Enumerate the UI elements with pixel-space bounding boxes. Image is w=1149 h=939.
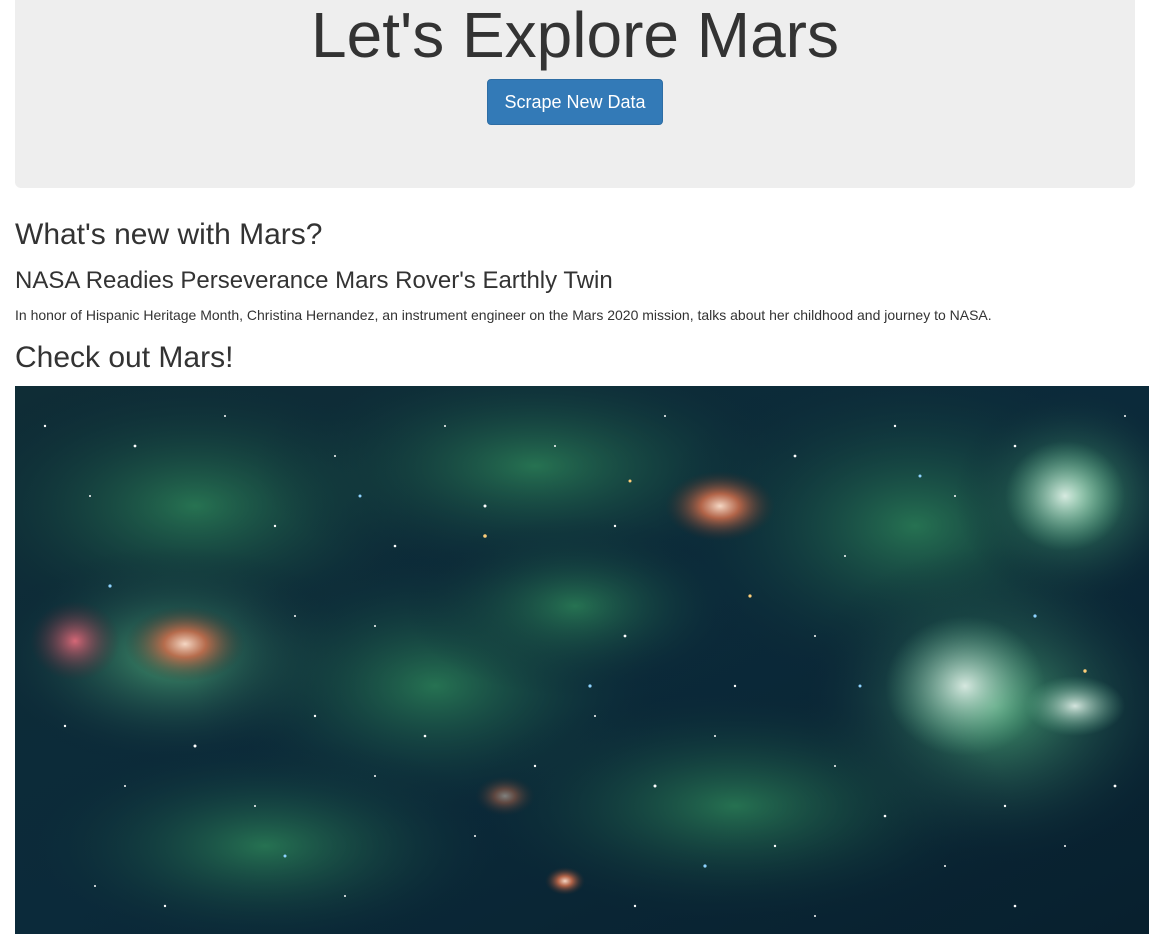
scrape-new-data-button[interactable]: Scrape New Data (487, 79, 663, 125)
news-section-heading: What's new with Mars? (15, 218, 323, 251)
page-container: Let's Explore Mars Scrape New Data What'… (0, 0, 1149, 934)
page-title: Let's Explore Mars (311, 0, 839, 71)
news-paragraph: In honor of Hispanic Heritage Month, Chr… (15, 307, 992, 323)
news-title: NASA Readies Perseverance Mars Rover's E… (15, 267, 613, 294)
nebula-image (15, 386, 1149, 934)
jumbotron: Let's Explore Mars Scrape New Data (15, 0, 1135, 188)
featured-image-heading: Check out Mars! (15, 341, 234, 374)
featured-image (15, 386, 1149, 934)
